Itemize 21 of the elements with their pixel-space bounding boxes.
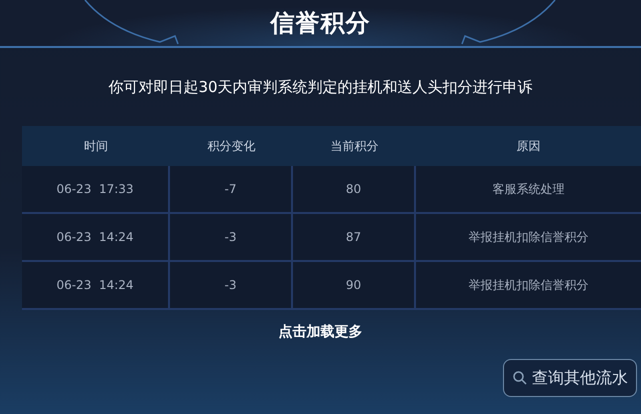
column-header: 当前积分	[330, 138, 378, 155]
load-more-link[interactable]: 点击加载更多	[278, 324, 362, 340]
table-cell: -3	[170, 214, 293, 262]
search-other-records-button[interactable]: 查询其他流水	[503, 359, 637, 397]
search-icon	[512, 370, 528, 386]
table-cell: 80	[293, 166, 416, 214]
table-cell: -3	[170, 262, 293, 310]
table-cell: 06-23 17:33	[22, 166, 170, 214]
appeal-notice: 你可对即日起30天内审判系统判定的挂机和送人头扣分进行申诉	[108, 78, 533, 96]
table-cell: 06-23 14:24	[22, 262, 170, 310]
table-cell: 87	[293, 214, 416, 262]
column-header: 原因	[516, 138, 540, 155]
column-header: 积分变化	[208, 138, 256, 155]
table-cell: 90	[293, 262, 416, 310]
page-title: 信誉积分	[270, 8, 370, 39]
table-cell: 客服系统处理	[416, 166, 641, 214]
table-cell: 举报挂机扣除信誉积分	[416, 262, 641, 310]
column-header: 时间	[84, 138, 108, 155]
table-cell: 06-23 14:24	[22, 214, 170, 262]
table-cell: 举报挂机扣除信誉积分	[416, 214, 641, 262]
table-cell: -7	[170, 166, 293, 214]
